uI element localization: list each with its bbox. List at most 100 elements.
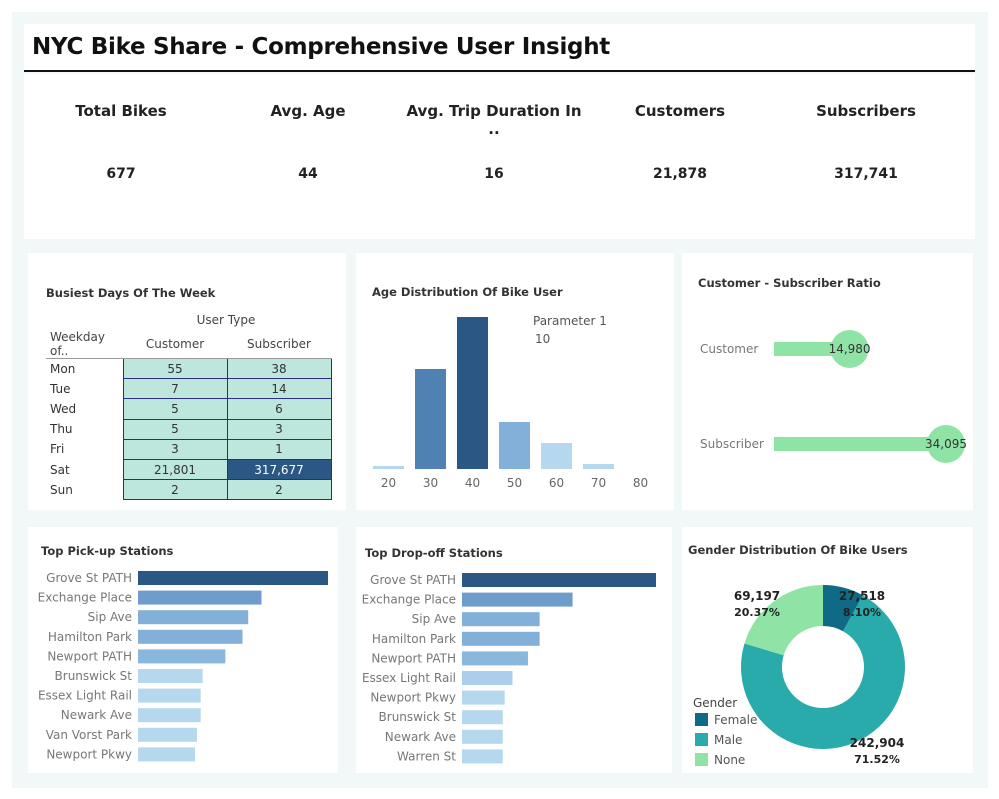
dropoff-label: Newark Ave xyxy=(385,730,456,744)
pickup-bar xyxy=(138,610,249,625)
weekday-cell: Sun xyxy=(50,482,73,497)
pickup-bar xyxy=(138,747,195,762)
legend-swatch-female xyxy=(695,713,708,726)
age-tick-70: 70 xyxy=(591,476,606,490)
pickup-bar xyxy=(138,669,203,683)
pickup-label: Newport Pkwy xyxy=(46,747,132,761)
pickup-label: Newport PATH xyxy=(47,649,132,663)
age-bar-40 xyxy=(457,317,488,469)
ratio-label-subscriber: Subscriber xyxy=(700,437,764,451)
age-distribution-chart: 20 30 40 50 60 70 80 xyxy=(373,317,648,490)
donut-pct-none: 20.37% xyxy=(734,606,780,619)
dropoff-label: Grove St PATH xyxy=(370,573,456,587)
table-row: Mon 55 38 xyxy=(46,357,332,380)
ratio-chart: Customer 14,980 Subscriber 34,095 xyxy=(700,330,967,463)
dropoff-bar xyxy=(462,592,573,607)
pickup-label: Essex Light Rail xyxy=(38,689,132,703)
pickup-bar xyxy=(138,571,328,585)
age-tick-30: 30 xyxy=(423,476,438,490)
age-bar-50 xyxy=(499,422,530,469)
weekday-cell: Wed xyxy=(50,401,77,416)
age-bar-20 xyxy=(373,466,404,469)
pickup-label: Grove St PATH xyxy=(46,571,132,585)
legend-swatch-male xyxy=(695,733,708,746)
kpi-label-avg-trip: Avg. Trip Duration In .. xyxy=(406,102,582,138)
value-cell[interactable]: 6 xyxy=(226,398,332,420)
dropoff-label: Exchange Place xyxy=(362,593,456,607)
dropoff-chart: Grove St PATH Exchange Place Sip Ave Hamilt… xyxy=(362,573,656,764)
value-cell[interactable]: 5 xyxy=(122,398,228,420)
table-row: Thu 5 3 xyxy=(46,418,332,440)
legend-swatch-none xyxy=(695,753,708,766)
kpi-label-customers: Customers xyxy=(634,102,726,120)
kpi-panel xyxy=(24,74,975,239)
value-cell[interactable]: 3 xyxy=(226,418,332,440)
donut-pct-female: 8.10% xyxy=(843,606,881,619)
dashboard-title-bar: NYC Bike Share - Comprehensive User Insi… xyxy=(24,24,975,72)
pickup-bar xyxy=(138,649,226,664)
value-cell[interactable]: 317,677 xyxy=(226,458,332,481)
value-cell[interactable]: 3 xyxy=(122,438,228,460)
weekday-cell: Mon xyxy=(50,361,76,376)
table-row: Tue 7 14 xyxy=(46,378,332,400)
weekday-cell: Fri xyxy=(50,442,65,457)
row-header: Weekday of.. xyxy=(46,330,123,359)
kpi-value-subscribers: 317,741 xyxy=(834,166,898,182)
value-cell[interactable]: 14 xyxy=(226,378,332,400)
pickup-bar xyxy=(138,708,201,723)
pickup-label: Exchange Place xyxy=(38,591,132,605)
donut-value-female: 27,518 xyxy=(839,589,885,603)
pickup-bar xyxy=(138,590,262,605)
age-bar-60 xyxy=(541,443,572,469)
dropoff-label: Warren St xyxy=(397,749,456,763)
user-type-header: User Type xyxy=(196,313,256,327)
legend-label-none[interactable]: None xyxy=(714,753,745,767)
legend-label-female[interactable]: Female xyxy=(714,713,757,727)
dropoff-label: Hamilton Park xyxy=(372,632,456,646)
busiest-days-title: Busiest Days Of The Week xyxy=(46,286,216,300)
table-header-row: Weekday of.. Customer Subscriber xyxy=(46,330,331,359)
kpi-value-avg-age: 44 xyxy=(298,166,318,182)
kpi-label-total-bikes: Total Bikes xyxy=(75,102,167,120)
weekday-cell: Thu xyxy=(50,422,73,437)
table-row: Fri 3 1 xyxy=(46,438,332,460)
age-bar-70 xyxy=(583,464,614,469)
value-cell[interactable]: 55 xyxy=(122,357,228,380)
pickup-label: Newark Ave xyxy=(61,708,132,722)
value-cell[interactable]: 1 xyxy=(226,438,332,460)
column-header-subscriber: Subscriber xyxy=(227,330,331,359)
busiest-days-table: Weekday of.. Customer Subscriber Mon 55 38 Tue… xyxy=(46,330,332,501)
dropoff-label: Newport Pkwy xyxy=(370,691,456,705)
pickup-bar xyxy=(138,727,197,742)
dropoff-bar xyxy=(462,573,656,587)
age-tick-80: 80 xyxy=(633,476,648,490)
ratio-label-customer: Customer xyxy=(700,342,758,356)
dropoff-bar xyxy=(462,612,540,627)
ratio-bar-subscriber xyxy=(774,437,946,451)
dropoff-label: Essex Light Rail xyxy=(362,671,456,685)
kpi-value-total-bikes: 677 xyxy=(106,166,136,182)
dropoff-bar xyxy=(462,671,513,685)
value-cell[interactable]: 5 xyxy=(122,418,228,440)
pickup-label: Sip Ave xyxy=(88,610,132,624)
donut-pct-male: 71.52% xyxy=(854,753,900,766)
dashboard-title: NYC Bike Share - Comprehensive User Insi… xyxy=(32,34,610,60)
legend-label-male[interactable]: Male xyxy=(714,733,742,747)
kpi-label-avg-age: Avg. Age xyxy=(270,102,346,120)
kpi-label-subscribers: Subscribers xyxy=(816,102,916,120)
value-cell[interactable]: 2 xyxy=(226,479,332,501)
column-header-customer: Customer xyxy=(123,330,227,359)
dropoff-label: Sip Ave xyxy=(412,612,456,626)
donut-value-none: 69,197 xyxy=(734,589,780,603)
pickup-label: Van Vorst Park xyxy=(46,728,132,742)
kpi-value-avg-trip: 16 xyxy=(484,166,504,182)
value-cell[interactable]: 38 xyxy=(226,357,332,380)
age-bar-30 xyxy=(415,369,446,469)
table-row: Sat 21,801 317,677 xyxy=(46,458,332,481)
value-cell[interactable]: 2 xyxy=(122,479,228,501)
value-cell[interactable]: 21,801 xyxy=(122,458,228,481)
ratio-value-subscriber: 34,095 xyxy=(925,437,967,451)
dropoff-label: Newport PATH xyxy=(371,651,456,665)
age-tick-20: 20 xyxy=(381,476,396,490)
value-cell[interactable]: 7 xyxy=(122,378,228,400)
